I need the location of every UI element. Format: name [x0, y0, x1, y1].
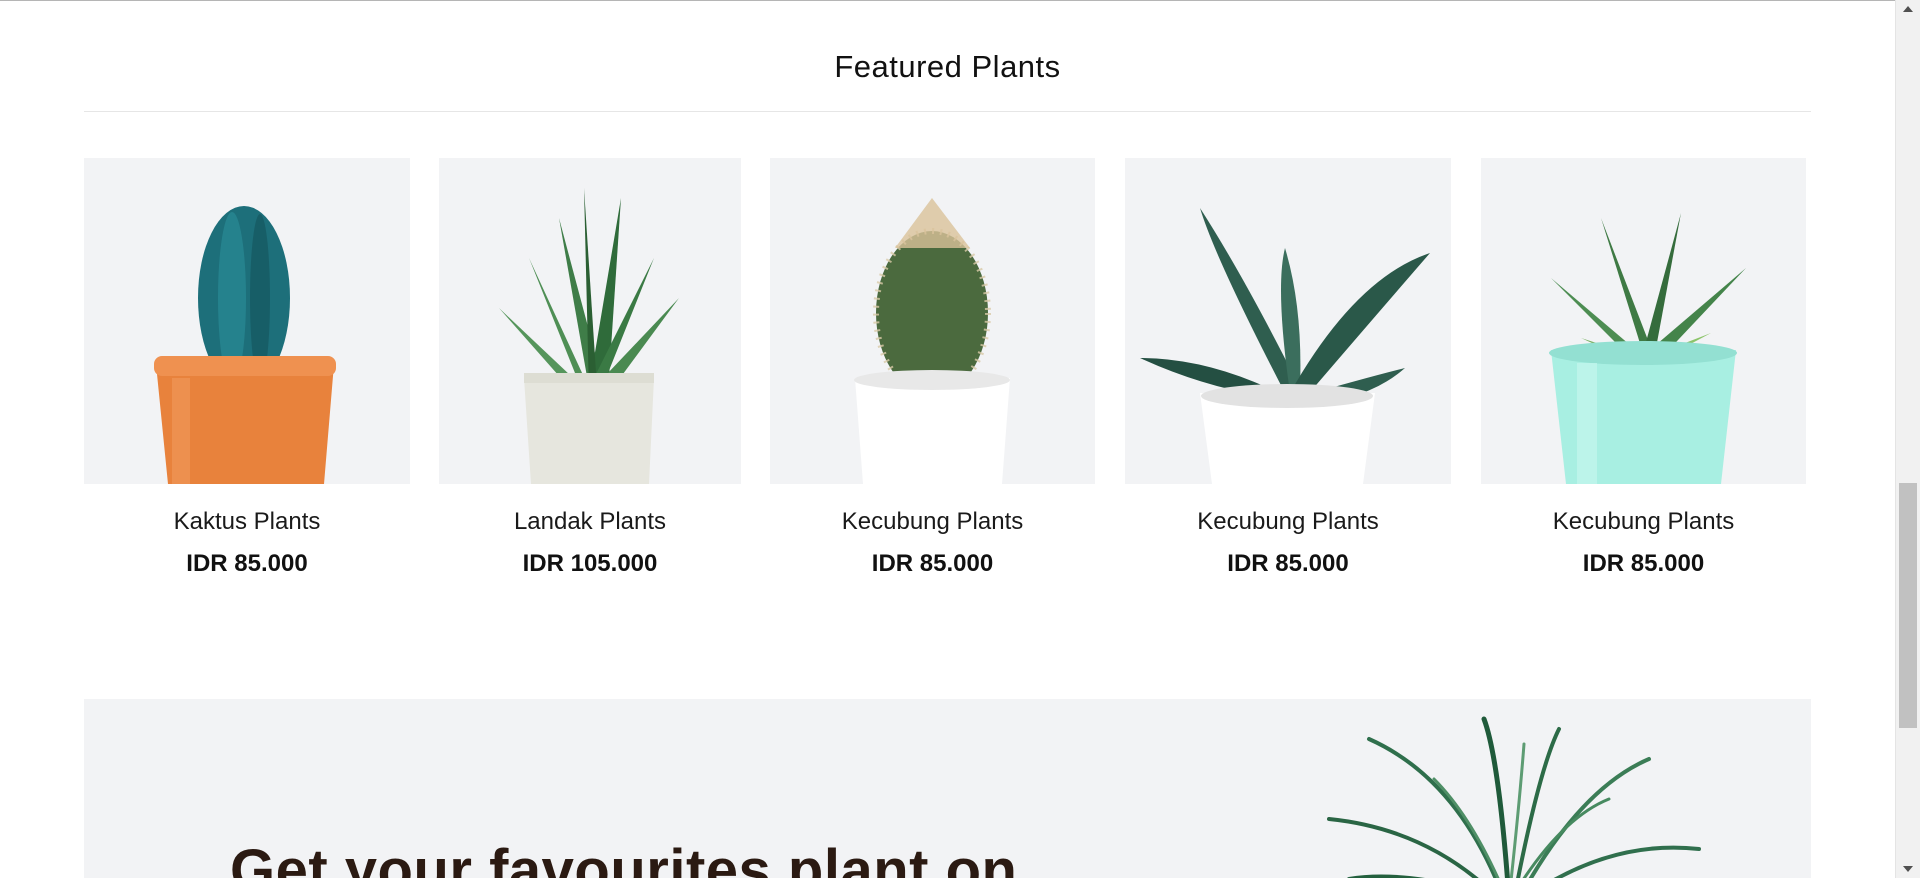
product-name[interactable]: Landak Plants: [439, 508, 741, 536]
product-price: IDR 85.000: [186, 550, 308, 577]
product-name[interactable]: Kecubung Plants: [1481, 508, 1806, 536]
promo-banner: Get your favourites plant on: [84, 699, 1811, 878]
product-name[interactable]: Kecubung Plants: [1125, 508, 1451, 536]
section-divider: [84, 111, 1811, 112]
product-name[interactable]: Kaktus Plants: [84, 508, 410, 536]
section-title: Featured Plants: [834, 49, 1061, 84]
product-price: IDR 85.000: [871, 550, 994, 577]
product-price: IDR 85.000: [1227, 550, 1349, 577]
page: Featured Plants Kaktus Plants IDR 85.000: [0, 0, 1895, 878]
product-image-cactus[interactable]: [770, 158, 1095, 484]
product-card[interactable]: Kecubung Plants IDR 85.000: [1125, 158, 1451, 598]
triangle-up-icon[interactable]: [1896, 0, 1920, 18]
promo-plant-image: [1309, 699, 1709, 878]
promo-heading: Get your favourites plant on: [230, 838, 1018, 878]
product-card[interactable]: Kecubung Plants IDR 85.000: [1481, 158, 1806, 598]
vertical-scrollbar[interactable]: [1895, 0, 1920, 878]
product-card[interactable]: Kecubung Plants IDR 85.000: [770, 158, 1095, 598]
product-image-gasteria[interactable]: [1125, 158, 1451, 484]
product-card[interactable]: Kaktus Plants IDR 85.000: [84, 158, 410, 598]
product-price: IDR 85.000: [1582, 550, 1705, 577]
product-card[interactable]: Landak Plants IDR 105.000: [439, 158, 741, 598]
product-name[interactable]: Kecubung Plants: [770, 508, 1095, 536]
product-image-haworthia[interactable]: [1481, 158, 1806, 484]
product-image-aloe[interactable]: [439, 158, 741, 484]
scrollbar-thumb[interactable]: [1899, 483, 1917, 728]
product-image-cactus[interactable]: [84, 158, 410, 484]
triangle-down-icon[interactable]: [1896, 860, 1920, 878]
product-price: IDR 105.000: [522, 550, 658, 577]
